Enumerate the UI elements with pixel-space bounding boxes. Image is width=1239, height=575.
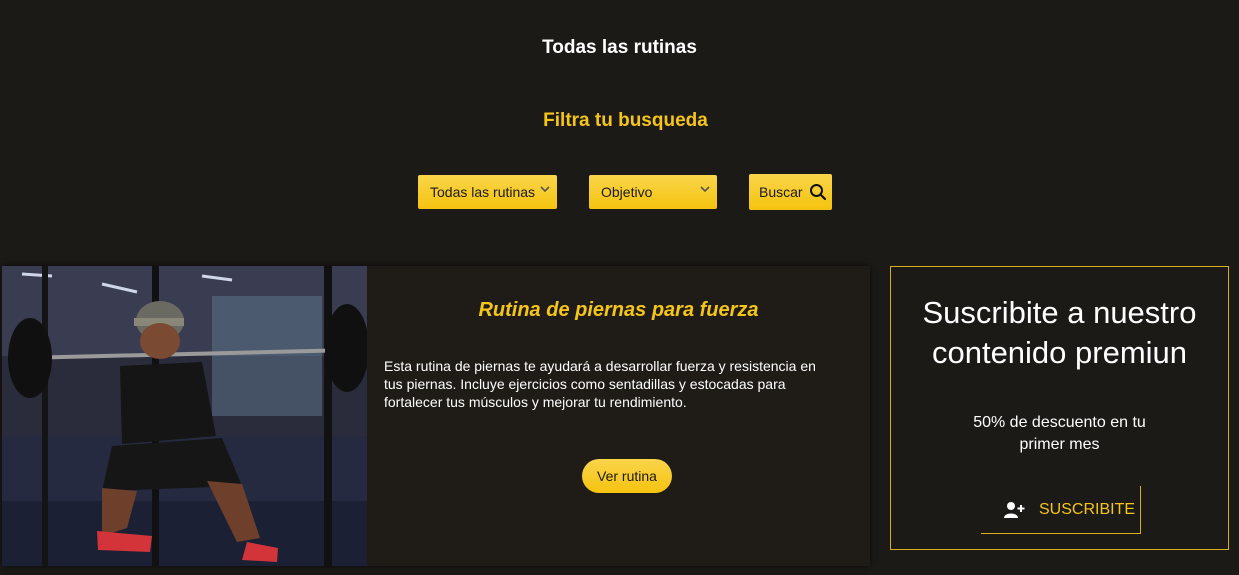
routine-photo-image: [2, 266, 367, 566]
routine-type-select-value: Todas las rutinas: [430, 184, 536, 200]
goal-select-value: Objetivo: [601, 184, 653, 200]
view-routine-button[interactable]: Ver rutina: [582, 459, 672, 493]
routine-description: Esta rutina de piernas te ayudará a desa…: [384, 358, 816, 410]
search-button[interactable]: Buscar: [749, 174, 832, 210]
routine-title: Rutina de piernas para fuerza: [478, 299, 759, 321]
subscribe-button-label: SUSCRIBITE: [1039, 500, 1136, 518]
chevron-down-icon: [700, 186, 710, 193]
routine-type-select[interactable]: Todas las rutinas: [418, 175, 557, 209]
search-icon: [809, 184, 826, 201]
user-plus-icon: [1004, 501, 1025, 518]
filter-title: Filtra tu busqueda: [543, 110, 708, 131]
routine-photo: [2, 266, 367, 566]
page-title: Todas las rutinas: [542, 37, 697, 58]
routine-card: Rutina de piernas para fuerza Esta rutin…: [2, 266, 870, 566]
promo-title: Suscribite a nuestro contenido premiun: [922, 295, 1197, 370]
search-button-label: Buscar: [759, 184, 803, 200]
premium-promo: Suscribite a nuestro contenido premiun 5…: [890, 266, 1229, 550]
promo-discount-text: 50% de descuento en tu primer mes: [891, 412, 1228, 456]
promo-discount-label: 50% de descuento en tu primer mes: [973, 414, 1146, 453]
subscribe-button[interactable]: SUSCRIBITE: [981, 486, 1141, 534]
chevron-down-icon: [540, 186, 550, 193]
goal-select[interactable]: Objetivo: [589, 175, 717, 209]
